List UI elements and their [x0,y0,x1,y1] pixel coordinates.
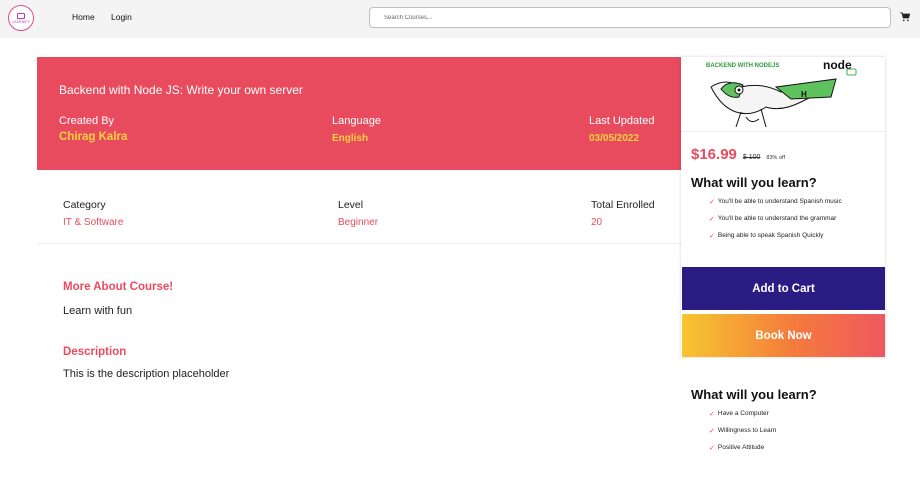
category-value: IT & Software [63,217,124,228]
requirements-heading: What will you learn? [691,387,817,402]
thumbnail-caption: BACKEND WITH NODEJS [706,63,779,69]
created-by-block: Created By Chirag Kalra [59,115,127,143]
check-icon: ✓ [709,411,715,418]
course-thumbnail: BACKEND WITH NODEJS node H [681,57,885,132]
current-price: $16.99 [691,146,737,163]
level-value: Beginner [338,217,379,228]
discount-badge: 83% off [766,155,785,161]
graduation-cap-icon [17,12,25,19]
check-icon: ✓ [709,428,715,435]
category-block: Category IT & Software [63,199,123,228]
top-navbar: LEARNIFY Home Login [0,0,920,38]
last-updated-value: 03/05/2022 [589,133,640,144]
add-to-cart-button[interactable]: Add to Cart [682,267,885,310]
node-logo-text: node [823,58,852,72]
last-updated-block: Last Updated 03/05/2022 [589,115,654,144]
course-hero-banner: Backend with Node JS: Write your own ser… [37,57,681,170]
original-price: $ 100 [742,154,761,161]
description-text: This is the description placeholder [63,368,230,380]
list-item: ✓ You'll be able to understand Spanish mu… [709,198,842,206]
language-label: Language [332,115,381,127]
list-item: ✓ Willingness to Learn [709,427,777,435]
svg-text:H: H [801,90,807,99]
logo-text: LEARNIFY [12,19,30,24]
learn-heading: What will you learn? [691,175,817,190]
language-block: Language English [332,115,381,144]
search-input[interactable] [369,7,891,28]
level-block: Level Beginner [338,199,378,228]
more-about-text: Learn with fun [63,305,133,317]
category-label: Category [63,199,106,211]
course-thumbnail-illustration: BACKEND WITH NODEJS node H [706,58,857,128]
price-row: $16.99 $ 100 83% off [691,146,785,163]
check-icon: ✓ [709,445,715,452]
created-by-label: Created By [59,115,115,127]
description-heading: Description [63,346,127,358]
book-now-button[interactable]: Book Now [682,314,885,357]
shopping-cart-icon[interactable] [900,12,910,22]
list-item: ✓ Positive Attitude [709,444,765,452]
site-logo[interactable]: LEARNIFY [8,5,34,31]
enrolled-label: Total Enrolled [591,199,655,211]
section-divider [37,243,681,244]
enrolled-value: 20 [591,217,603,228]
requirements-list: ✓ Have a Computer ✓ Willingness to Learn ✓… [709,410,776,461]
more-about-heading: More About Course! [63,281,174,293]
list-item: ✓ Have a Computer [709,410,769,418]
check-icon: ✓ [709,199,715,206]
learn-list: ✓ You'll be able to understand Spanish mu… [709,198,842,249]
nav-home-link[interactable]: Home [72,12,95,22]
check-icon: ✓ [709,216,715,223]
list-item: ✓ You'll be able to understand the gramma… [709,215,837,223]
check-icon: ✓ [709,233,715,240]
list-item: ✓ Being able to speak Spanish Quickly [709,232,824,240]
last-updated-label: Last Updated [589,115,655,127]
enrolled-block: Total Enrolled 20 [591,199,655,228]
language-value: English [332,133,369,144]
level-label: Level [338,199,364,211]
course-title: Backend with Node JS: Write your own ser… [59,83,303,97]
instructor-name: Chirag Kalra [59,131,128,143]
nav-login-link[interactable]: Login [111,12,132,22]
